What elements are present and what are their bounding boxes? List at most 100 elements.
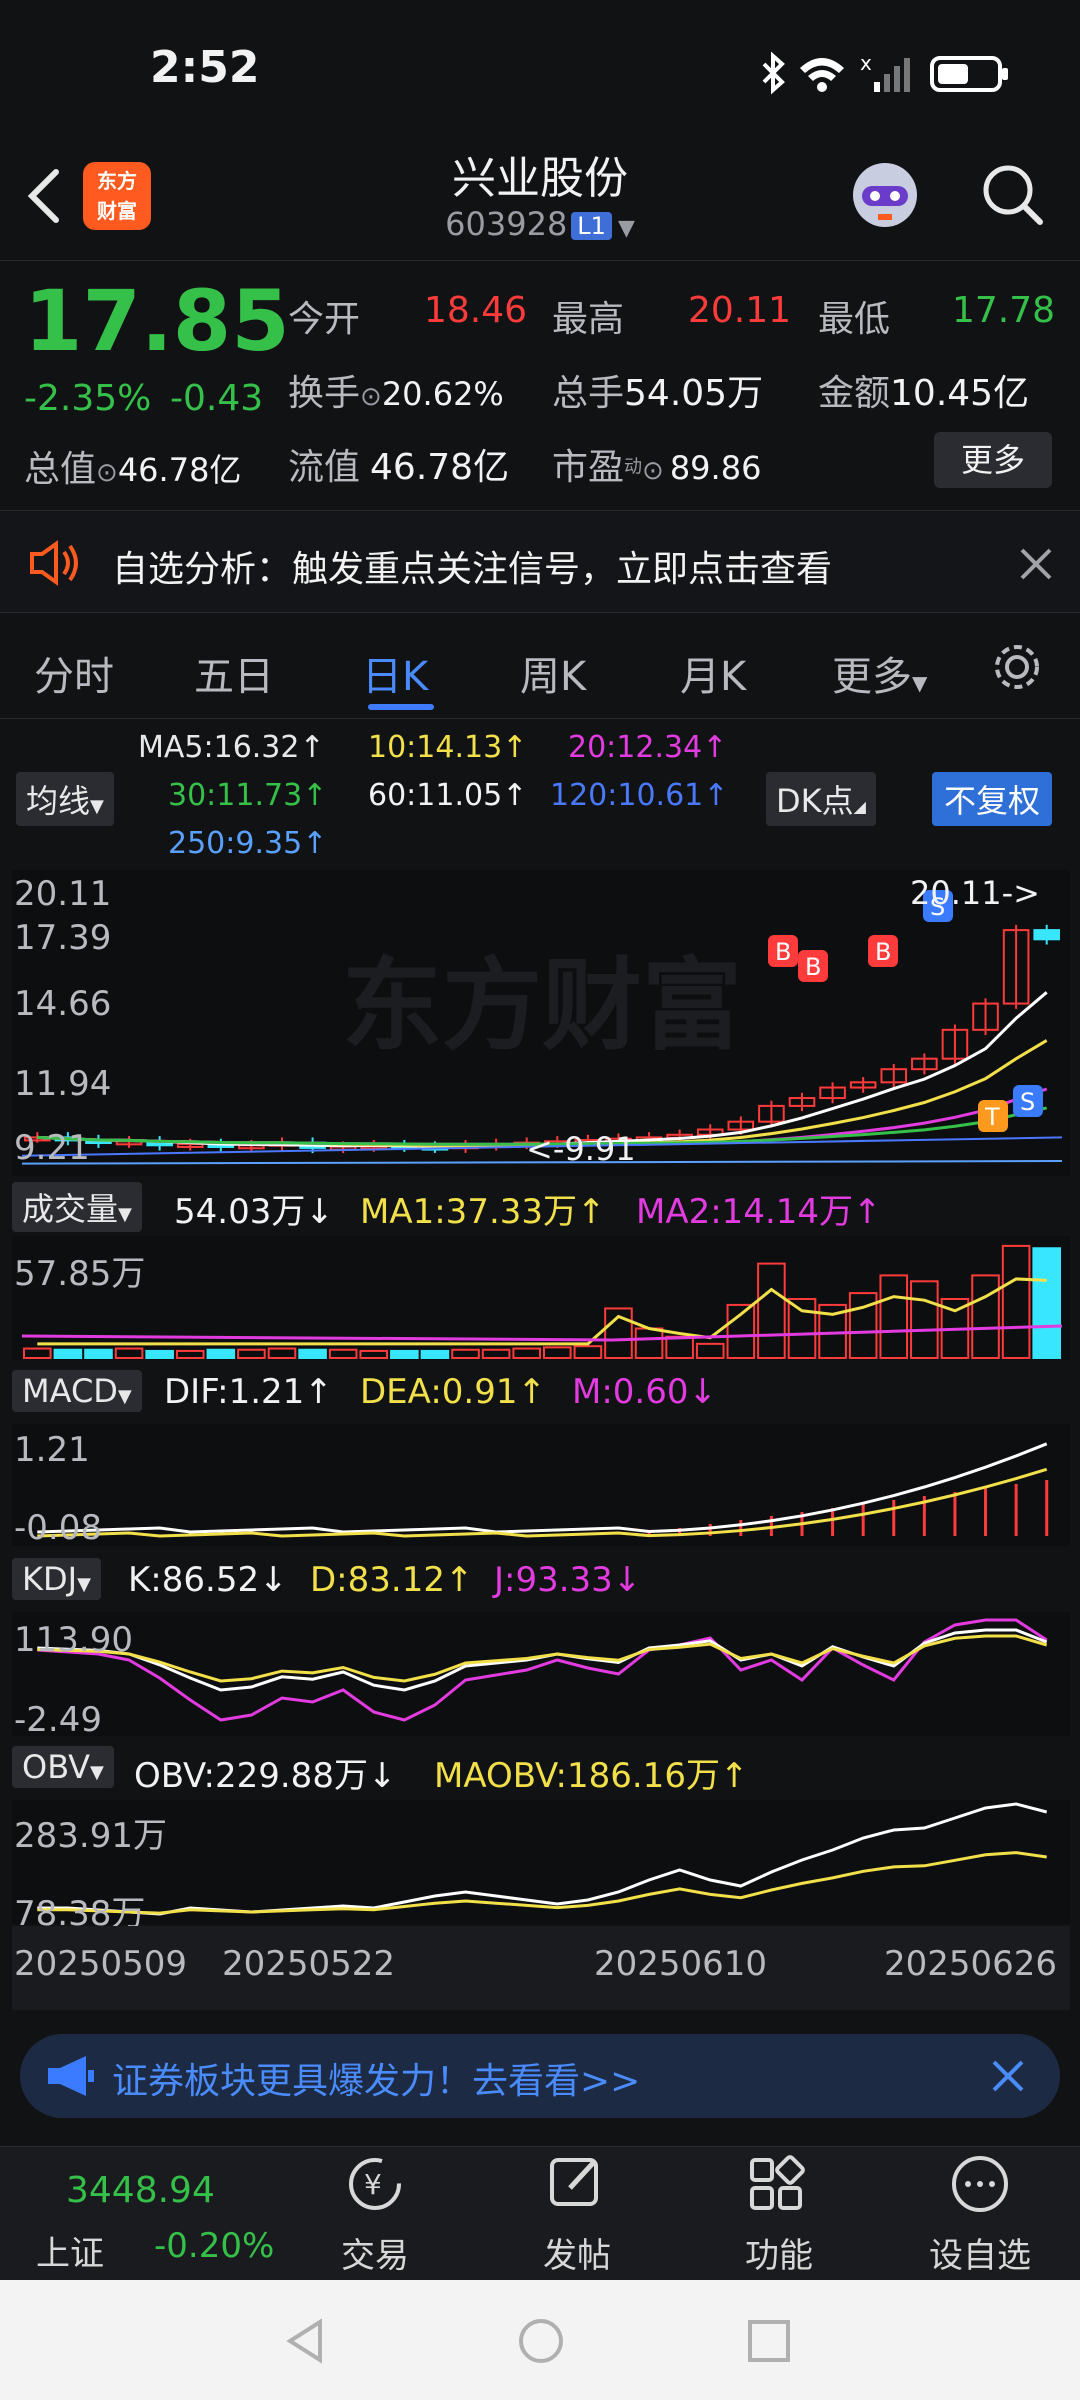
macd-axis-bottom: -0.08	[14, 1508, 102, 1548]
macd-selector[interactable]: MACD▼	[12, 1370, 142, 1412]
nav-post[interactable]: 发帖	[507, 2228, 647, 2277]
more-button[interactable]: 更多	[934, 432, 1052, 488]
obv-value: OBV:229.88万↓	[134, 1756, 397, 1796]
macd-chart[interactable]	[12, 1424, 1070, 1546]
post-edit-icon[interactable]	[544, 2152, 608, 2216]
volume-chart[interactable]	[12, 1236, 1070, 1360]
info-icon[interactable]: ⊙	[360, 382, 382, 412]
total-value: 46.78亿	[117, 451, 242, 489]
tab-more[interactable]: 更多▼	[832, 644, 927, 702]
ma30-value: 30:11.73↑	[168, 778, 328, 813]
svg-text:x: x	[860, 51, 872, 75]
obv-chart[interactable]	[12, 1800, 1070, 1924]
volume-bar	[84, 1348, 113, 1359]
trade-yen-icon[interactable]: ¥	[340, 2152, 410, 2216]
candle-body	[1033, 929, 1060, 941]
volume-bar	[543, 1346, 572, 1359]
obv-line	[37, 1802, 1048, 1916]
period-tabs: 分时 五日 日K 周K 月K 更多▼	[0, 614, 1080, 719]
svg-text:¥: ¥	[364, 2168, 382, 2201]
volume-bar	[114, 1347, 144, 1359]
price-axis-label: 14.66	[14, 984, 112, 1024]
info-icon[interactable]: ⊙	[642, 456, 664, 486]
promo-text: 证券板块更具爆发力！去看看>>	[112, 2061, 641, 2102]
volume-bar	[1032, 1247, 1061, 1359]
tab-five-day[interactable]: 五日	[194, 644, 274, 702]
turnover-group: 换手⊙20.62%	[288, 364, 504, 416]
no-adjust-button[interactable]: 不复权	[932, 772, 1053, 826]
speaker-icon	[30, 540, 78, 586]
level-badge: L1	[571, 212, 612, 240]
index-change: -0.20%	[154, 2226, 275, 2266]
kdj-axis-bottom: -2.49	[14, 1700, 102, 1740]
kdj-j: J:93.33↓	[494, 1560, 642, 1600]
volume-bar	[175, 1349, 205, 1359]
volume-bar	[787, 1298, 817, 1359]
info-icon[interactable]: ⊙	[96, 458, 118, 488]
kdj-chart[interactable]	[12, 1612, 1070, 1736]
price-axis-label: 20.11	[14, 874, 112, 914]
close-icon[interactable]	[1016, 544, 1056, 584]
float-value: 46.78亿	[370, 447, 510, 488]
signal-icon: x	[860, 51, 910, 92]
more-dots-icon[interactable]	[948, 2152, 1012, 2216]
macd-axis-top: 1.21	[14, 1430, 90, 1470]
price-axis-label: 9.21	[14, 1128, 90, 1168]
kdj-selector[interactable]: KDJ▼	[12, 1558, 101, 1600]
change-pct: -2.35%	[24, 378, 152, 419]
kdj-k: K:86.52↓	[128, 1560, 288, 1600]
price-axis-label: 11.94	[14, 1064, 112, 1104]
tab-intraday[interactable]: 分时	[34, 644, 114, 702]
caret-down-icon: ▼	[90, 796, 104, 817]
volume-indicator: 54.03万↓	[174, 1192, 334, 1232]
volume-label: 总手	[552, 373, 625, 414]
signal-letter: B	[775, 938, 791, 966]
tab-daily-k[interactable]: 日K	[362, 644, 428, 702]
volume-bar	[481, 1348, 511, 1359]
corner-icon: ◢	[853, 797, 866, 816]
volume-bar	[390, 1349, 419, 1359]
obv-selector[interactable]: OBV▼	[12, 1746, 114, 1788]
kdj-k-line	[37, 1628, 1048, 1692]
low-marker: <-9.91	[526, 1130, 636, 1168]
maobv-value: MAOBV:186.16万↑	[434, 1756, 749, 1796]
nav-add-watchlist[interactable]: 设自选	[910, 2228, 1050, 2277]
battery-icon	[930, 56, 1008, 92]
ma60-value: 60:11.05↑	[368, 778, 528, 813]
function-grid-icon[interactable]	[744, 2152, 808, 2216]
robot-assistant-icon[interactable]	[844, 154, 926, 236]
tab-weekly-k[interactable]: 周K	[520, 644, 586, 702]
volume-selector[interactable]: 成交量▼	[12, 1182, 142, 1232]
current-price: 17.85	[24, 272, 290, 370]
volume-bar	[573, 1345, 603, 1359]
ma250-value: 250:9.35↑	[168, 826, 328, 861]
amount-group: 金额10.45亿	[818, 364, 1029, 416]
ma10-value: 10:14.13↑	[368, 730, 528, 765]
pe-superscript: 动	[624, 456, 643, 478]
caret-down-icon: ▼	[118, 1204, 132, 1225]
signal-letter: B	[805, 953, 821, 981]
date-axis-label: 20250610	[594, 1944, 768, 1984]
home-circle-icon[interactable]	[516, 2316, 566, 2366]
settings-gear-icon[interactable]	[990, 640, 1044, 694]
nav-trade[interactable]: 交易	[305, 2228, 445, 2277]
caret-down-icon: ▼	[77, 1574, 91, 1595]
index-value[interactable]: 3448.94	[66, 2170, 215, 2211]
chevron-down-icon: ▼	[617, 216, 635, 241]
volume-bar	[512, 1347, 542, 1359]
nav-function[interactable]: 功能	[709, 2228, 849, 2277]
date-axis-label: 20250509	[14, 1944, 188, 1984]
caret-down-icon: ▼	[117, 1386, 132, 1407]
pe-group: 市盈动⊙ 89.86	[552, 438, 761, 490]
total-value-group: 总值⊙46.78亿	[24, 440, 241, 492]
close-icon[interactable]	[988, 2056, 1028, 2096]
tab-more-label: 更多	[832, 654, 912, 700]
back-triangle-icon[interactable]	[280, 2316, 330, 2366]
tab-monthly-k[interactable]: 月K	[680, 644, 746, 702]
search-icon[interactable]	[978, 160, 1048, 230]
ma-selector[interactable]: 均线▼	[16, 772, 114, 826]
dk-point-button[interactable]: DK点◢	[766, 772, 876, 826]
date-axis-label: 20250522	[222, 1944, 396, 1984]
status-bar: 2:52 x	[0, 0, 1080, 140]
recents-square-icon[interactable]	[746, 2318, 792, 2364]
